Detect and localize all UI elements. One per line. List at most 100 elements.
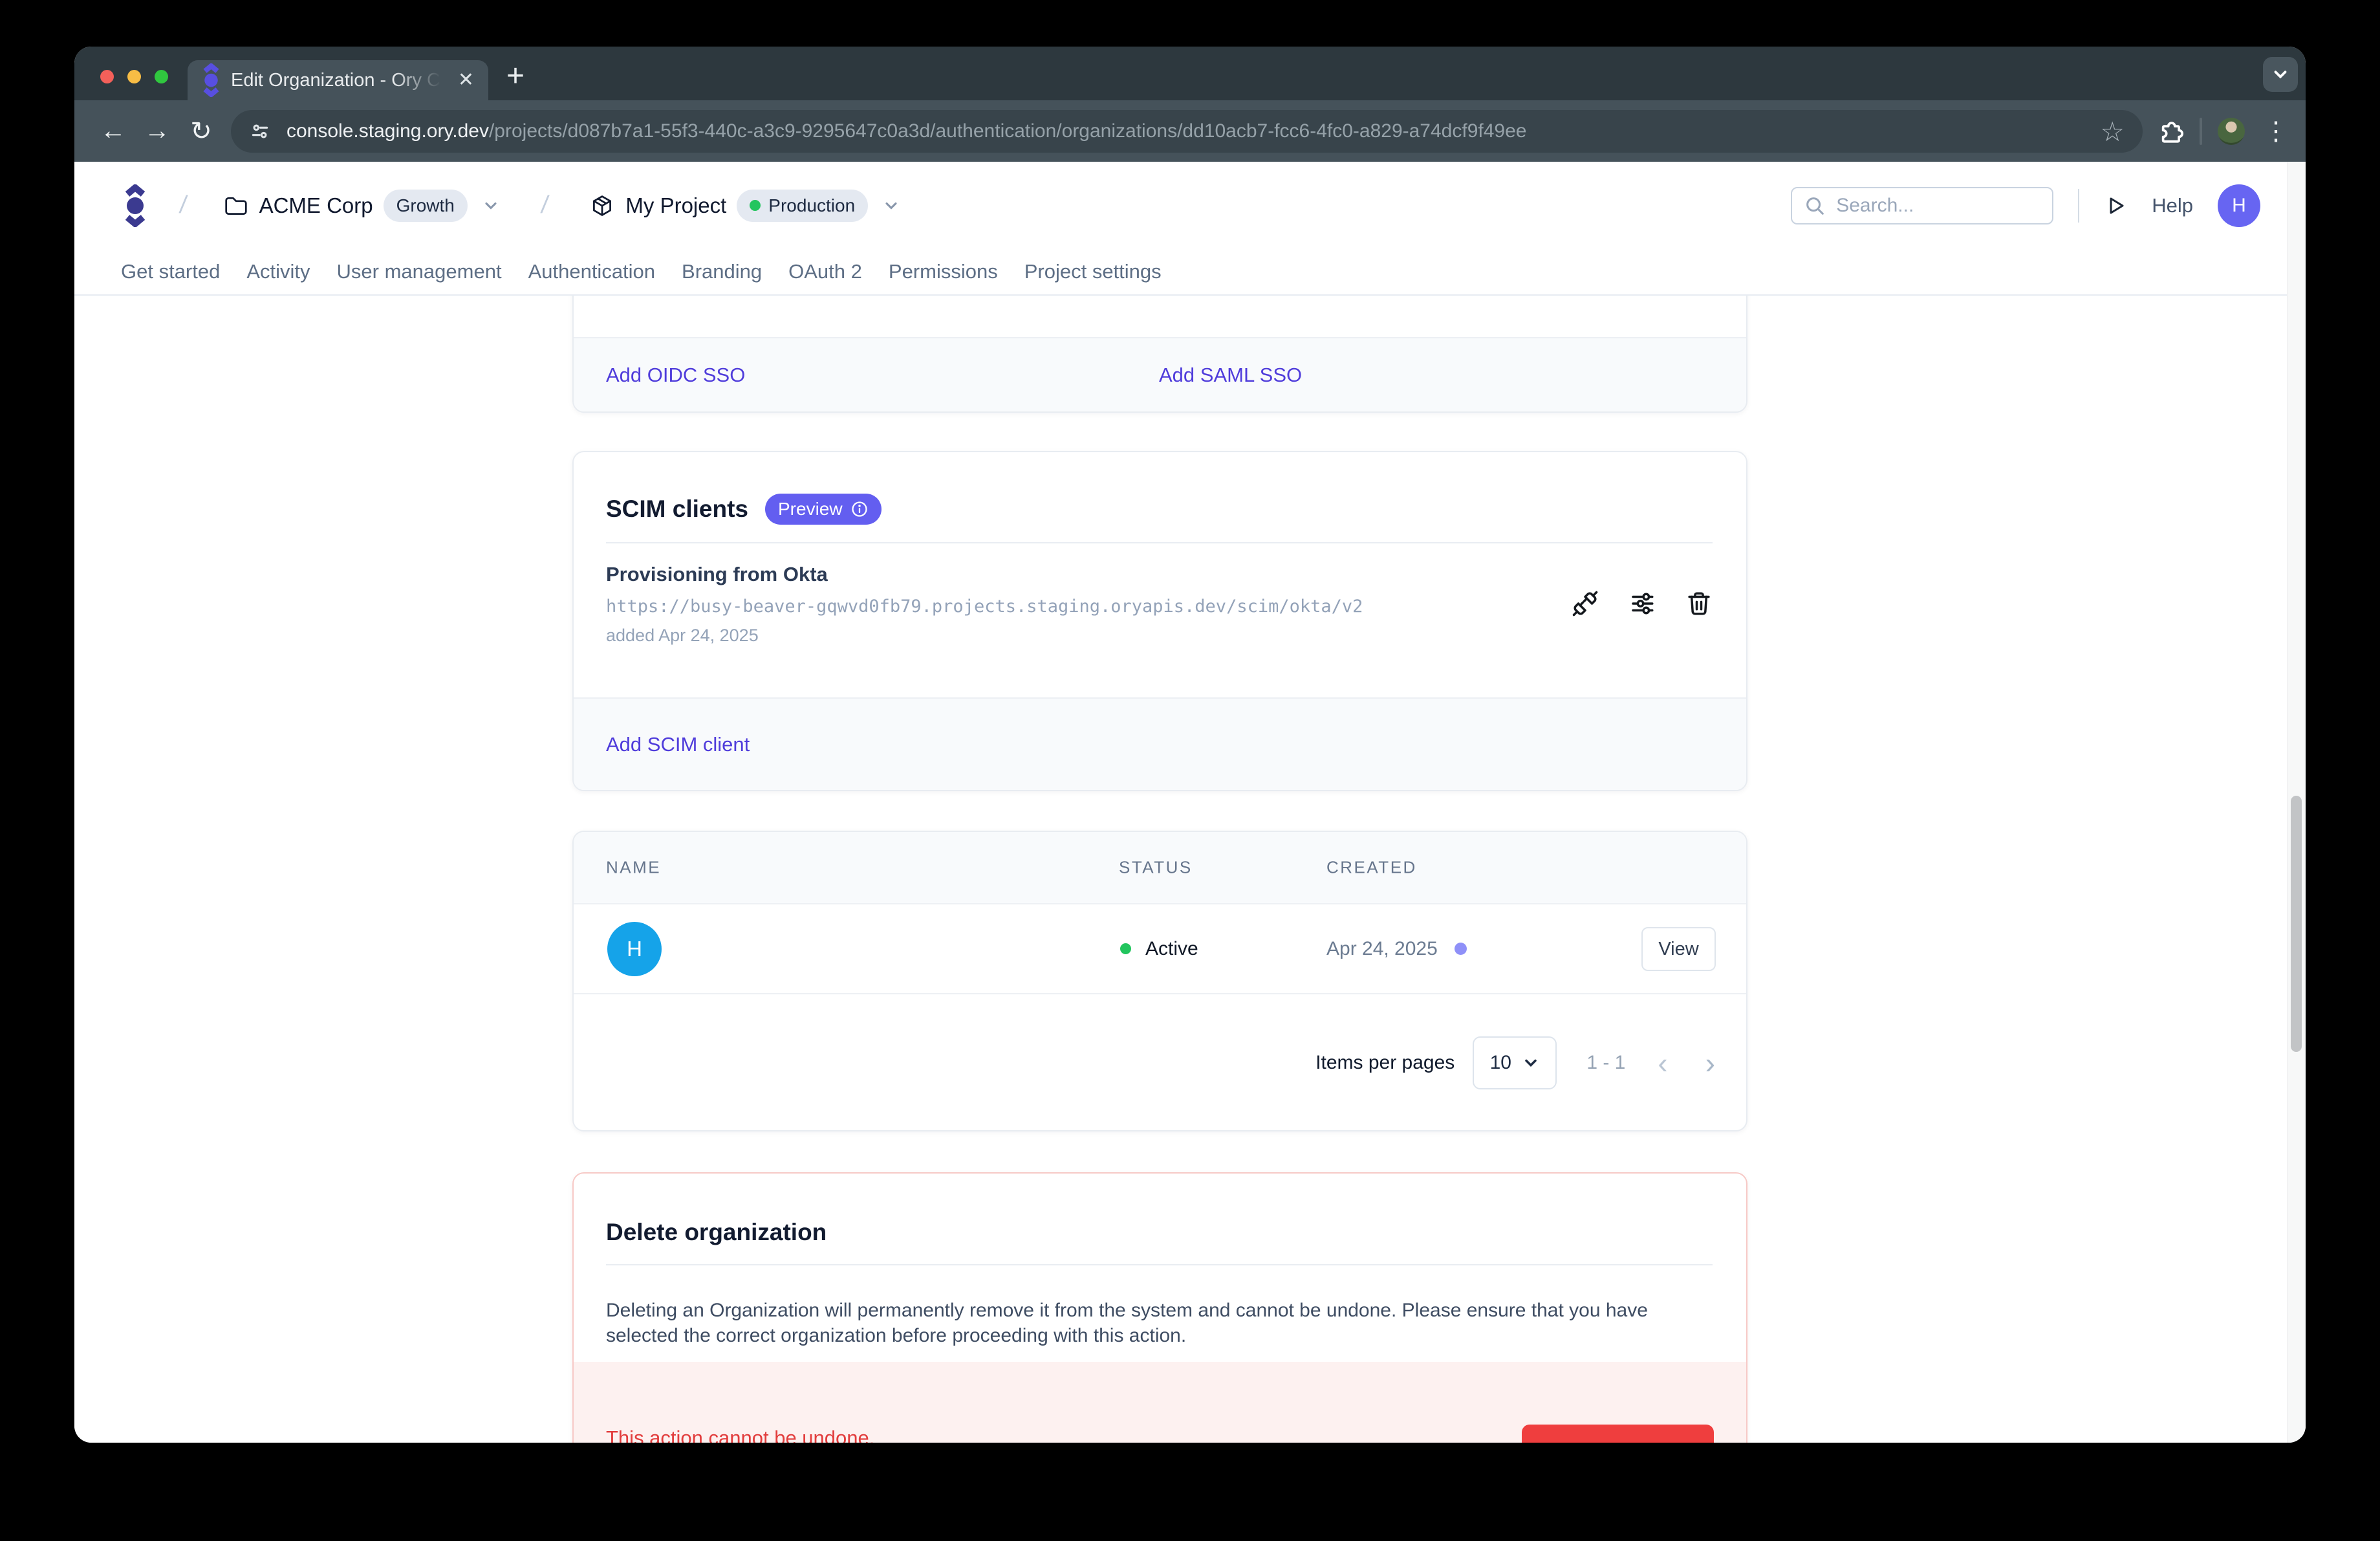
- view-button[interactable]: View: [1641, 927, 1716, 971]
- production-dot-icon: [750, 200, 761, 211]
- close-window-button[interactable]: [100, 70, 114, 83]
- browser-window: Edit Organization - Ory Console ✕ + ← → …: [74, 47, 2306, 1443]
- add-oidc-sso-link[interactable]: Add OIDC SSO: [606, 364, 745, 387]
- address-bar[interactable]: console.staging.ory.dev/projects/d087b7a…: [231, 110, 2143, 153]
- project-name: My Project: [625, 193, 726, 218]
- created-date: Apr 24, 2025: [1326, 938, 1438, 960]
- page-size-value: 10: [1490, 1052, 1511, 1074]
- ory-logo-icon[interactable]: [124, 184, 146, 227]
- workspace-switcher[interactable]: ACME Corp Growth: [224, 190, 500, 222]
- chevron-down-icon: [482, 197, 500, 215]
- sso-card-footer: Add OIDC SSO Add SAML SSO: [574, 337, 1746, 411]
- table-row: H Active Apr 24, 2025 View: [574, 904, 1746, 994]
- project-switcher[interactable]: My Project Production: [590, 190, 900, 222]
- column-header-name: NAME: [606, 858, 661, 878]
- nav-item-activity[interactable]: Activity: [246, 260, 310, 283]
- page-range-label: 1 - 1: [1586, 1052, 1625, 1074]
- configure-sliders-icon[interactable]: [1628, 590, 1656, 617]
- breadcrumb-separator: /: [178, 191, 189, 219]
- next-page-icon[interactable]: ›: [1705, 1045, 1715, 1080]
- nav-item-oauth2[interactable]: OAuth 2: [788, 260, 862, 283]
- zoom-window-button[interactable]: [155, 70, 168, 83]
- nav-item-get-started[interactable]: Get started: [121, 260, 220, 283]
- reload-icon[interactable]: ↻: [179, 116, 223, 146]
- add-saml-sso-link[interactable]: Add SAML SSO: [1159, 364, 1302, 387]
- tab-favicon-ory-logo-icon: [202, 63, 221, 97]
- search-icon: [1804, 195, 1826, 217]
- items-per-page-label: Items per pages: [1315, 1052, 1455, 1074]
- help-link[interactable]: Help: [2152, 194, 2193, 217]
- project-nav: Get started Activity User management Aut…: [74, 249, 2306, 296]
- scrollbar-thumb[interactable]: [2291, 796, 2302, 1052]
- bookmark-star-icon[interactable]: ☆: [2100, 116, 2125, 148]
- pagination: Items per pages 10 1 - 1 ‹ ›: [574, 994, 1746, 1131]
- scim-client-name: Provisioning from Okta: [606, 563, 1713, 586]
- run-play-icon[interactable]: [2104, 194, 2127, 217]
- sso-card: Add OIDC SSO Add SAML SSO: [572, 296, 1747, 413]
- macos-window-controls: [100, 70, 168, 83]
- delete-organization-title: Delete organization: [574, 1174, 1746, 1246]
- delete-organization-footer: This action cannot be undone. Delete org…: [574, 1362, 1746, 1443]
- status-active-dot-icon: [1120, 943, 1131, 954]
- search-input[interactable]: [1836, 195, 2030, 217]
- previous-page-icon[interactable]: ‹: [1658, 1045, 1667, 1080]
- created-indicator-dot-icon: [1455, 943, 1467, 955]
- delete-organization-button[interactable]: Delete organization: [1522, 1425, 1714, 1443]
- forward-icon[interactable]: →: [135, 116, 179, 146]
- browser-toolbar: ← → ↻ console.staging.ory.dev/projects/d…: [74, 100, 2306, 162]
- connection-test-icon[interactable]: [1572, 590, 1599, 617]
- tab-strip: Edit Organization - Ory Console ✕ +: [74, 47, 2306, 100]
- tab-search-chevron-icon[interactable]: [2263, 57, 2298, 92]
- table-header: NAME STATUS CREATED: [574, 832, 1746, 904]
- org-avatar: H: [607, 922, 662, 976]
- divider: [606, 1264, 1713, 1265]
- delete-organization-description: Deleting an Organization will permanentl…: [606, 1298, 1713, 1348]
- project-env-badge: Production: [737, 190, 868, 222]
- scim-clients-title: SCIM clients: [606, 496, 748, 523]
- nav-item-branding[interactable]: Branding: [682, 260, 762, 283]
- toolbar-divider: [2200, 118, 2202, 145]
- back-icon[interactable]: ←: [91, 116, 135, 146]
- folder-icon: [224, 194, 248, 217]
- scim-client-actions: [1572, 590, 1713, 617]
- created-cell: Apr 24, 2025: [1326, 904, 1467, 993]
- header-divider: [2078, 189, 2079, 223]
- delete-organization-card: Delete organization Deleting an Organiza…: [572, 1172, 1747, 1443]
- url-host: console.staging.ory.dev: [287, 120, 489, 142]
- preview-badge[interactable]: Preview: [765, 494, 882, 525]
- site-settings-icon[interactable]: [249, 120, 271, 142]
- chevron-down-icon: [1522, 1054, 1540, 1072]
- extensions-puzzle-icon[interactable]: [2157, 118, 2184, 145]
- nav-item-project-settings[interactable]: Project settings: [1024, 260, 1162, 283]
- undone-warning-text: This action cannot be undone.: [606, 1426, 874, 1443]
- breadcrumb-separator: /: [539, 191, 550, 219]
- tab-close-icon[interactable]: ✕: [458, 71, 474, 90]
- scim-card-footer: Add SCIM client: [574, 697, 1746, 790]
- console-header: / ACME Corp Growth /: [74, 162, 2306, 249]
- scim-clients-card: SCIM clients Preview Provisioning from O…: [572, 451, 1747, 791]
- page-content: Add OIDC SSO Add SAML SSO SCIM clients P…: [74, 296, 2306, 1443]
- organizations-table-card: NAME STATUS CREATED H Active Apr 24, 202…: [572, 831, 1747, 1131]
- nav-item-authentication[interactable]: Authentication: [528, 260, 655, 283]
- divider: [606, 542, 1713, 543]
- nav-item-permissions[interactable]: Permissions: [889, 260, 998, 283]
- browser-tab[interactable]: Edit Organization - Ory Console ✕: [188, 60, 488, 100]
- chevron-down-icon: [882, 197, 900, 215]
- user-avatar[interactable]: H: [2218, 184, 2260, 227]
- nav-item-user-management[interactable]: User management: [337, 260, 502, 283]
- header-actions: Help H: [1791, 184, 2260, 227]
- scim-client-added-date: added Apr 24, 2025: [606, 626, 1713, 646]
- browser-profile-avatar[interactable]: [2218, 118, 2245, 145]
- minimize-window-button[interactable]: [127, 70, 141, 83]
- delete-trash-icon[interactable]: [1685, 590, 1713, 617]
- add-scim-client-link[interactable]: Add SCIM client: [606, 733, 750, 756]
- status-cell: Active: [1120, 904, 1198, 993]
- new-tab-icon[interactable]: +: [506, 58, 525, 94]
- workspace-name: ACME Corp: [259, 193, 373, 218]
- scim-client-url: https://busy-beaver-gqwvd0fb79.projects.…: [606, 596, 1713, 617]
- project-env-label: Production: [768, 195, 855, 216]
- search-box[interactable]: [1791, 187, 2053, 224]
- page-size-select[interactable]: 10: [1473, 1036, 1557, 1089]
- scrollbar-track[interactable]: [2287, 162, 2306, 1443]
- browser-menu-icon[interactable]: ⋮: [2263, 116, 2289, 146]
